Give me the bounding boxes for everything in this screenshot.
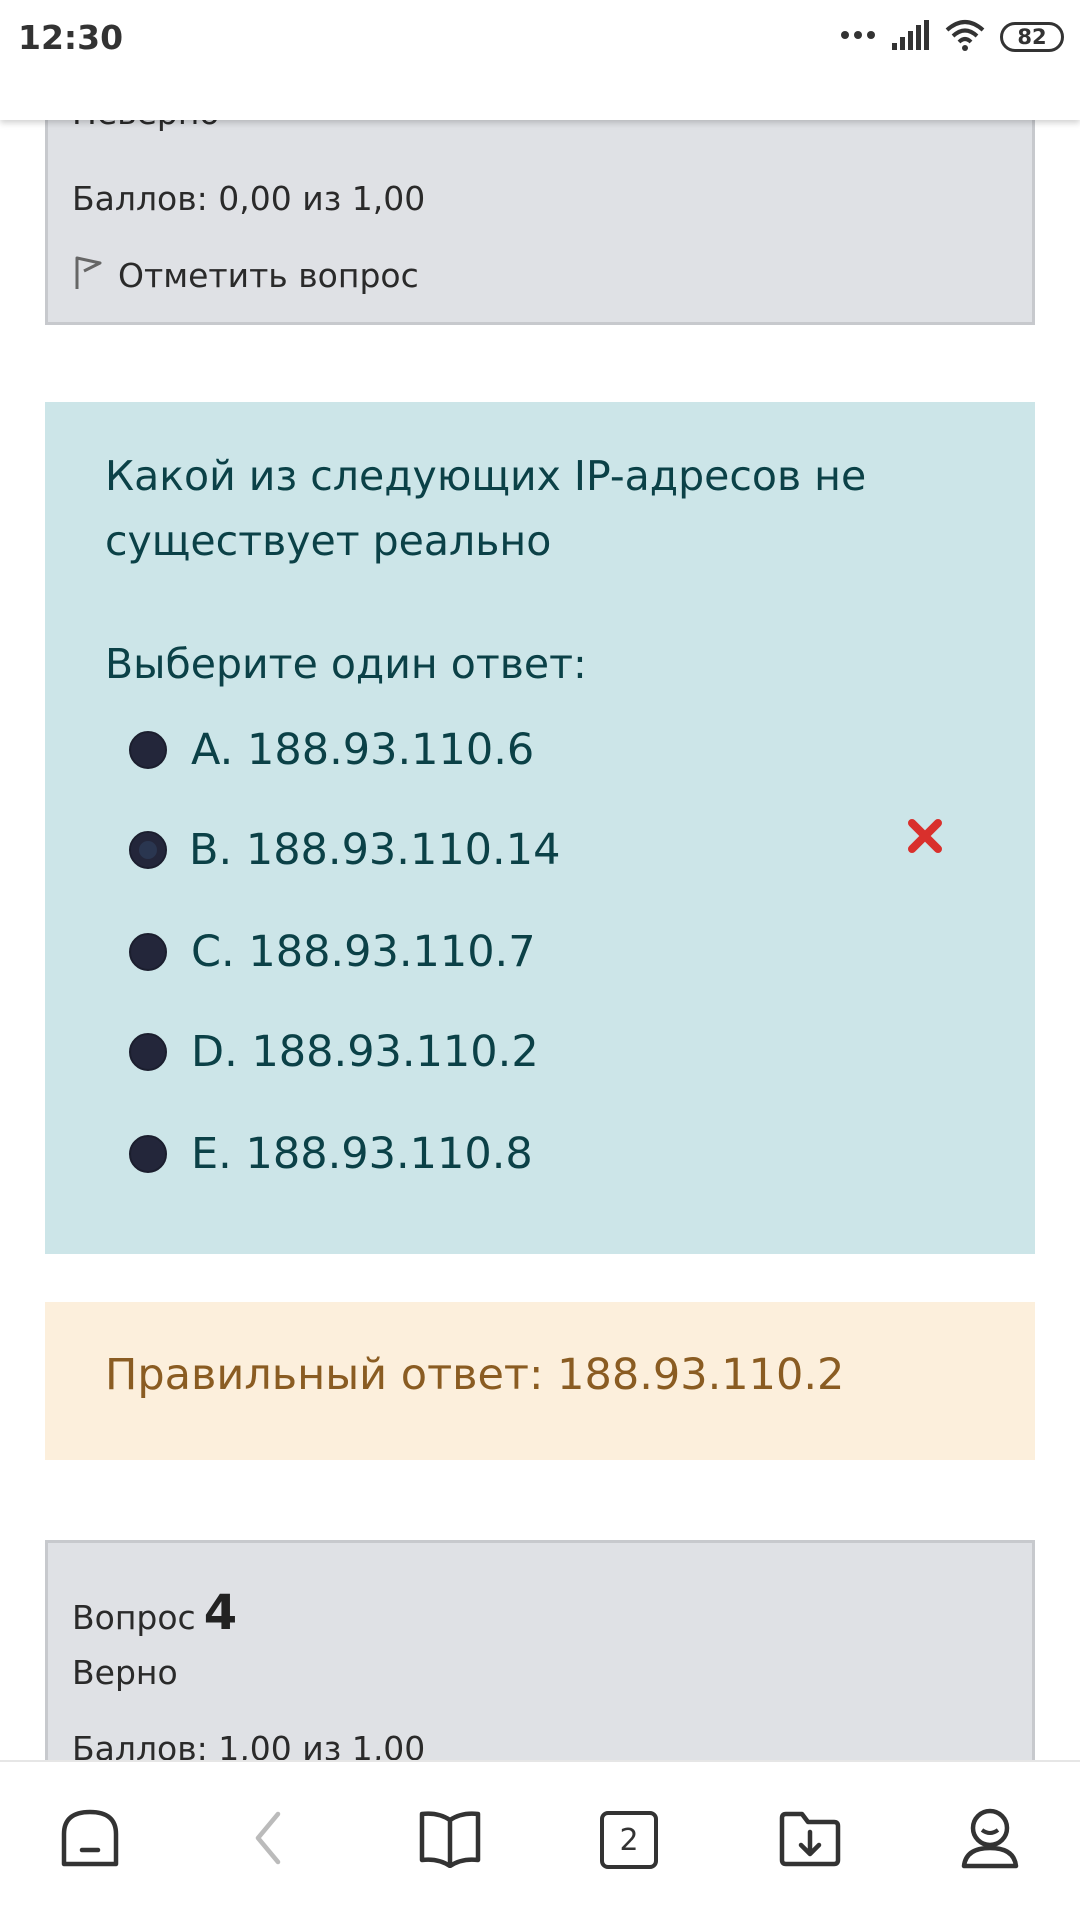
wifi-icon <box>944 18 986 57</box>
status-time: 12:30 <box>18 18 124 57</box>
tabs-button[interactable]: 2 <box>589 1800 669 1880</box>
tabs-icon: 2 <box>600 1811 658 1869</box>
downloads-button[interactable] <box>770 1800 850 1880</box>
profile-button[interactable] <box>950 1800 1030 1880</box>
answer-label: A. 188.93.110.6 <box>191 725 535 775</box>
home-button[interactable] <box>50 1800 130 1880</box>
question-number: Вопрос 4 <box>72 1585 237 1641</box>
answer-prompt: Выберите один ответ: <box>105 640 587 688</box>
answer-label: D. 188.93.110.2 <box>191 1027 539 1077</box>
back-icon <box>248 1808 288 1873</box>
status-icons: 82 <box>840 18 1064 57</box>
question-score: Баллов: 1,00 из 1,00 <box>72 1729 426 1760</box>
answer-label: B. 188.93.110.14 <box>189 825 561 875</box>
battery-icon: 82 <box>1000 22 1064 52</box>
reader-button[interactable] <box>410 1800 490 1880</box>
reader-icon <box>418 1808 482 1873</box>
answer-option-e[interactable]: E. 188.93.110.8 <box>129 1124 533 1184</box>
question-text: Какой из следующих IP-адресов не существ… <box>105 452 867 565</box>
correct-answer-feedback: Правильный ответ: 188.93.110.2 <box>45 1302 1035 1460</box>
bottom-navigation: 2 <box>0 1760 1080 1920</box>
answer-option-c[interactable]: C. 188.93.110.7 <box>129 922 536 982</box>
radio-button[interactable] <box>129 933 167 971</box>
answer-option-d[interactable]: D. 188.93.110.2 <box>129 1022 539 1082</box>
page-content: Неверно Баллов: 0,00 из 1,00 Отметить во… <box>0 0 1080 1760</box>
answer-label: C. 188.93.110.7 <box>191 927 536 977</box>
downloads-icon <box>778 1808 842 1873</box>
signal-icon <box>890 19 930 56</box>
question-box: Какой из следующих IP-адресов не существ… <box>45 402 1035 1254</box>
question-number-value: 4 <box>203 1585 238 1641</box>
more-dots-icon <box>840 28 876 46</box>
wrong-answer-icon <box>907 818 943 854</box>
flag-icon <box>72 253 104 298</box>
radio-button-selected[interactable] <box>129 831 167 869</box>
answer-option-a[interactable]: A. 188.93.110.6 <box>129 720 534 780</box>
radio-button[interactable] <box>129 1033 167 1071</box>
radio-button[interactable] <box>129 1135 167 1173</box>
profile-icon <box>958 1806 1022 1875</box>
flag-question-button[interactable]: Отметить вопрос <box>72 253 419 298</box>
next-question-info: Вопрос 4 Верно Баллов: 1,00 из 1,00 <box>45 1540 1035 1760</box>
answer-option-b[interactable]: B. 188.93.110.14 <box>129 820 560 880</box>
home-icon <box>58 1806 122 1875</box>
correct-answer-text: Правильный ответ: 188.93.110.2 <box>105 1350 845 1400</box>
question-word: Вопрос <box>72 1598 196 1637</box>
answer-label: E. 188.93.110.8 <box>191 1129 533 1179</box>
flag-question-label: Отметить вопрос <box>118 256 419 295</box>
question-score: Баллов: 0,00 из 1,00 <box>72 179 426 218</box>
question-state: Верно <box>72 1653 178 1692</box>
radio-button[interactable] <box>129 731 167 769</box>
status-bar: 12:30 82 <box>0 0 1080 120</box>
back-button[interactable] <box>228 1800 308 1880</box>
